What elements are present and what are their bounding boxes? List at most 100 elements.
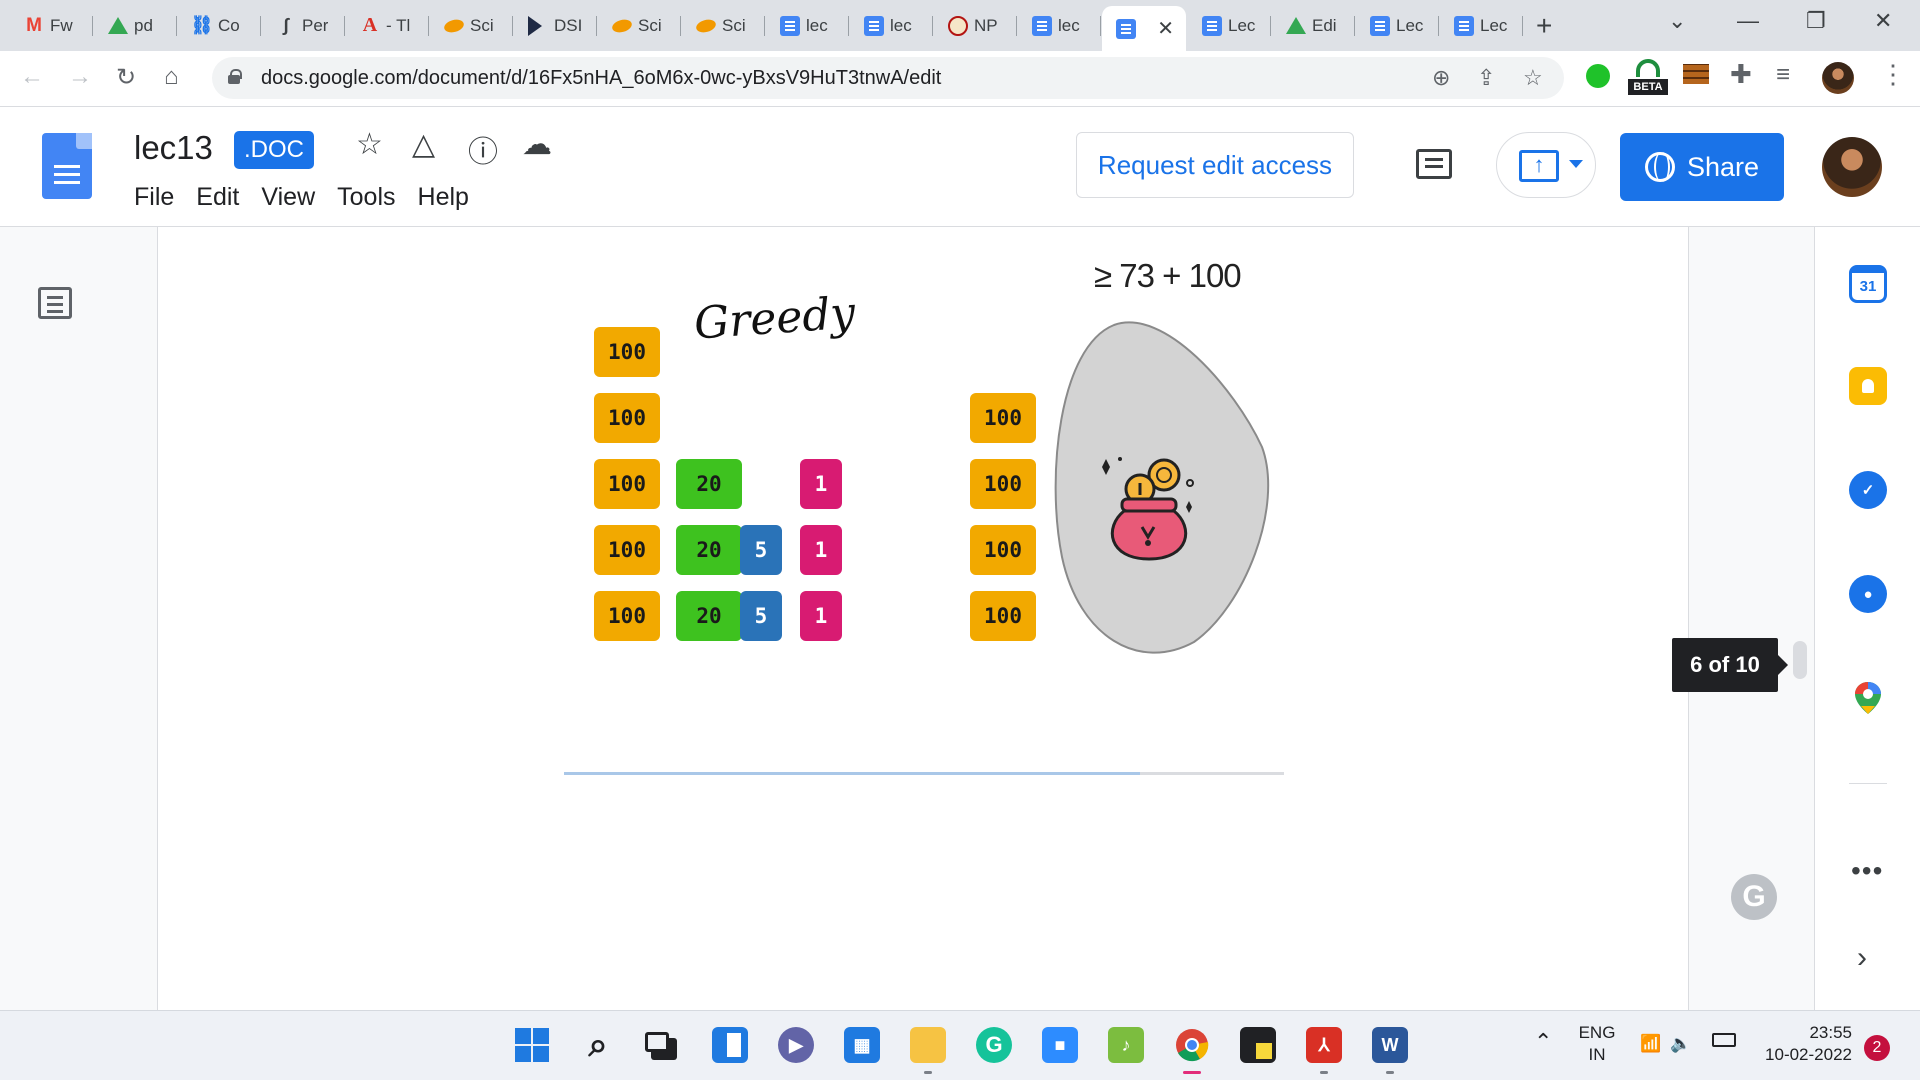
wifi-icon[interactable]: 📶 — [1640, 1033, 1661, 1055]
browser-tab[interactable]: DSI — [514, 8, 597, 43]
grammarly-app-icon[interactable]: G — [976, 1027, 1012, 1063]
address-bar[interactable]: docs.google.com/document/d/16Fx5nHA_6oM6… — [212, 57, 1564, 99]
extensions-puzzle-icon[interactable]: ✚ — [1730, 59, 1752, 90]
chrome-icon[interactable] — [1174, 1027, 1210, 1063]
browser-tab[interactable]: lec — [766, 8, 849, 43]
comment-history-icon[interactable] — [1416, 149, 1452, 179]
docs-icon — [780, 15, 800, 36]
calendar-icon[interactable]: 31 — [1849, 265, 1887, 303]
browser-tab[interactable]: A - Tl — [346, 8, 429, 43]
tab-search-icon[interactable]: ⌄ — [1668, 8, 1686, 34]
browser-tab[interactable]: lec — [850, 8, 933, 43]
document-outline-icon[interactable] — [38, 287, 72, 319]
account-avatar[interactable] — [1822, 137, 1882, 197]
browser-tab[interactable]: Lec — [1188, 8, 1271, 43]
browser-tab[interactable]: Lec — [1440, 8, 1523, 43]
browser-tab[interactable]: Sci — [682, 8, 765, 43]
close-window-icon[interactable]: ✕ — [1874, 8, 1892, 34]
windows-start-icon[interactable] — [514, 1027, 550, 1063]
menu-file[interactable]: File — [134, 183, 174, 212]
sci-icon — [694, 17, 718, 34]
tab-label: pd — [134, 15, 153, 35]
clock-date: 10-02-2022 — [1765, 1045, 1852, 1064]
reload-icon[interactable]: ↻ — [116, 63, 136, 92]
forward-icon[interactable]: → — [68, 63, 92, 91]
browser-tab[interactable]: Sci — [598, 8, 681, 43]
show-hidden-icons-icon[interactable]: ⌃ — [1534, 1031, 1552, 1053]
extension-brick-icon[interactable] — [1683, 64, 1709, 84]
volume-icon[interactable]: 🔈 — [1670, 1033, 1691, 1055]
browser-tab[interactable]: Edi — [1272, 8, 1355, 43]
docs-logo-icon[interactable] — [42, 133, 92, 199]
present-button[interactable]: ↑ — [1496, 132, 1596, 198]
more-icon[interactable]: ••• — [1851, 855, 1883, 887]
zoom-icon[interactable]: ■ — [1042, 1027, 1078, 1063]
zoom-icon[interactable]: ⊕ — [1432, 65, 1450, 91]
input-language[interactable]: ENG IN — [1572, 1022, 1622, 1066]
browser-tab[interactable]: Sci — [430, 8, 513, 43]
bookmark-star-icon[interactable]: ☆ — [1523, 65, 1543, 91]
url-text[interactable]: docs.google.com/document/d/16Fx5nHA_6oM6… — [261, 67, 941, 90]
share-button[interactable]: Share — [1620, 133, 1784, 201]
evernote-icon[interactable]: ♪ — [1108, 1027, 1144, 1063]
docs-icon — [1116, 18, 1136, 39]
tab-label: - Tl — [386, 15, 411, 35]
sticky-notes-icon[interactable] — [1240, 1027, 1276, 1063]
chevron-right-icon[interactable]: › — [1857, 941, 1867, 975]
document-info-icon[interactable]: ⓘ — [468, 127, 498, 171]
share-page-icon[interactable]: ⇪ — [1477, 65, 1495, 91]
file-explorer-icon[interactable] — [910, 1027, 946, 1063]
notification-badge[interactable]: 2 — [1864, 1035, 1890, 1061]
browser-tab[interactable]: M Fw — [10, 8, 93, 43]
extension-beta-icon[interactable]: BETA — [1628, 59, 1668, 97]
coin-pot-icon — [1102, 457, 1194, 561]
request-edit-access-button[interactable]: Request edit access — [1076, 132, 1354, 198]
globe-icon — [1644, 152, 1675, 182]
browser-tab[interactable]: lec — [1018, 8, 1101, 43]
widgets-icon[interactable] — [712, 1027, 748, 1063]
browser-tab[interactable]: NP — [934, 8, 1017, 43]
contacts-icon[interactable]: ● — [1849, 575, 1887, 613]
menu-view[interactable]: View — [261, 183, 315, 212]
teams-chat-icon[interactable]: ▶ — [778, 1027, 814, 1063]
scrollbar-thumb[interactable] — [1793, 641, 1807, 679]
media-control-icon[interactable]: ≡ — [1776, 61, 1790, 89]
close-tab-icon[interactable]: ✕ — [1157, 16, 1174, 41]
browser-tab[interactable]: pd — [94, 8, 177, 43]
acrobat-reader-icon[interactable]: ⅄ — [1306, 1027, 1342, 1063]
new-tab-button[interactable]: + — [1536, 10, 1552, 42]
task-view-icon[interactable] — [645, 1027, 682, 1063]
tab-label: NP — [974, 15, 998, 35]
restore-icon[interactable]: ❐ — [1806, 8, 1826, 34]
menu-edit[interactable]: Edit — [196, 183, 239, 212]
move-to-drive-icon[interactable]: △ — [412, 127, 435, 162]
browser-tab-active[interactable]: ✕ — [1102, 6, 1186, 51]
browser-tab[interactable]: Lec — [1356, 8, 1439, 43]
star-icon[interactable]: ☆ — [356, 127, 383, 162]
browser-tab[interactable]: ⛓ Co — [178, 8, 261, 43]
minimize-icon[interactable]: — — [1737, 8, 1759, 34]
coin-greedy: 100 — [594, 327, 660, 377]
battery-icon[interactable] — [1712, 1033, 1736, 1047]
menu-help[interactable]: Help — [418, 183, 469, 212]
browser-tab[interactable]: ∫ Per — [262, 8, 345, 43]
search-icon[interactable]: ⌕ — [580, 1026, 616, 1064]
document-workspace: 100 100 100 20 1 100 20 5 1 100 20 5 1 G… — [0, 227, 1814, 1010]
keep-icon[interactable] — [1849, 367, 1887, 405]
document-title[interactable]: lec13 — [134, 129, 213, 167]
clock[interactable]: 23:55 10-02-2022 — [1752, 1022, 1852, 1066]
home-icon[interactable]: ⌂ — [164, 63, 179, 91]
menu-tools[interactable]: Tools — [337, 183, 395, 212]
profile-avatar[interactable] — [1822, 62, 1854, 94]
link-icon: ⛓ — [190, 15, 214, 35]
word-icon[interactable]: W — [1372, 1027, 1408, 1063]
extension-green-icon[interactable] — [1586, 64, 1610, 88]
back-icon[interactable]: ← — [20, 63, 44, 91]
tab-label: Sci — [722, 15, 746, 35]
grammarly-icon[interactable]: G — [1731, 874, 1777, 920]
maps-icon[interactable] — [1849, 679, 1887, 717]
tasks-icon[interactable]: ✓ — [1849, 471, 1887, 509]
chrome-menu-icon[interactable]: ⋮ — [1880, 59, 1906, 90]
microsoft-store-icon[interactable]: ▦ — [844, 1027, 880, 1063]
cloud-saved-icon[interactable]: ☁ — [522, 127, 552, 162]
